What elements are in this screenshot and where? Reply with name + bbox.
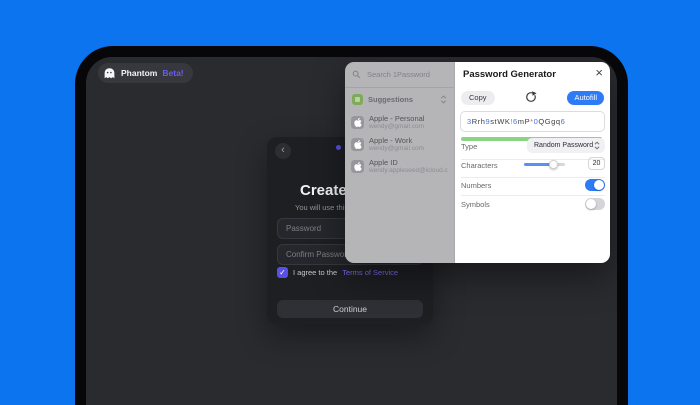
suggestions-label: Suggestions [368, 95, 413, 104]
terms-checkbox[interactable]: ✓ [277, 267, 288, 278]
characters-slider[interactable] [524, 163, 565, 166]
symbols-toggle[interactable] [585, 198, 605, 210]
back-button[interactable]: ‹ [275, 143, 291, 159]
search-bar [345, 62, 454, 88]
suggestion-item[interactable]: Apple - Work wendy@gmail.com [345, 133, 454, 155]
suggestion-title: Apple - Personal [369, 114, 424, 123]
toggle-knob [586, 199, 596, 209]
divider [461, 195, 605, 196]
suggestions-header[interactable]: Suggestions [345, 89, 454, 109]
toggle-knob [594, 180, 604, 190]
search-icon [352, 70, 361, 79]
generated-password-field[interactable]: 3Rrh9stWK!6mP*0QGgq6 [460, 111, 605, 132]
ghost-icon [103, 67, 116, 80]
modal-subtitle: You will use this [295, 203, 348, 212]
divider [461, 177, 605, 178]
phantom-brand-pill: Phantom Beta! [98, 63, 193, 83]
password-type-select[interactable]: Random Password [527, 138, 605, 153]
device-frame: Phantom Beta! ‹ Create a You will use th… [75, 46, 628, 405]
suggestion-subtitle: wendy@gmail.com [369, 123, 424, 131]
symbols-label: Symbols [461, 200, 490, 209]
autofill-button[interactable]: Autofill [567, 91, 604, 105]
select-chevrons-icon [594, 141, 600, 150]
slider-thumb[interactable] [549, 160, 558, 169]
divider [461, 159, 605, 160]
type-value: Random Password [534, 142, 593, 149]
collapse-chevron-icon[interactable] [440, 95, 447, 104]
brand-name: Phantom [121, 68, 157, 78]
onepassword-popup: Suggestions Apple - Personal wendy@gmai [345, 62, 610, 263]
apple-icon [351, 160, 364, 173]
progress-dot [336, 145, 341, 150]
app-screen: Phantom Beta! ‹ Create a You will use th… [86, 57, 617, 405]
generator-title: Password Generator [463, 69, 556, 80]
characters-value[interactable]: 20 [588, 157, 605, 170]
search-input[interactable] [365, 69, 445, 80]
beta-badge: Beta! [162, 68, 183, 78]
page-background: Phantom Beta! ‹ Create a You will use th… [0, 0, 700, 405]
suggestion-item[interactable]: Apple ID wendy.appleseed@icloud.com [345, 155, 454, 177]
numbers-label: Numbers [461, 181, 491, 190]
suggestion-subtitle: wendy@gmail.com [369, 145, 424, 153]
suggestion-subtitle: wendy.appleseed@icloud.com [369, 167, 448, 175]
onepassword-list-panel: Suggestions Apple - Personal wendy@gmai [345, 62, 455, 263]
suggestion-title: Apple - Work [369, 136, 424, 145]
copy-button[interactable]: Copy [461, 91, 495, 105]
terms-agreement-row: ✓ I agree to the Terms of Service [277, 267, 398, 278]
suggestion-title: Apple ID [369, 158, 448, 167]
refresh-icon[interactable] [525, 91, 537, 103]
agree-label: I agree to the [293, 268, 337, 277]
apple-icon [351, 138, 364, 151]
suggestions-icon [352, 94, 363, 105]
close-button[interactable]: × [595, 65, 603, 80]
suggestion-item[interactable]: Apple - Personal wendy@gmail.com [345, 111, 454, 133]
apple-icon [351, 116, 364, 129]
continue-button[interactable]: Continue [277, 300, 423, 318]
back-chevron-icon: ‹ [281, 144, 285, 156]
numbers-toggle[interactable] [585, 179, 605, 191]
check-icon: ✓ [279, 268, 286, 277]
type-label: Type [461, 142, 477, 151]
close-icon: × [595, 65, 603, 80]
terms-of-service-link[interactable]: Terms of Service [342, 268, 398, 277]
characters-label: Characters [461, 161, 498, 170]
generated-password: 3Rrh9stWK!6mP*0QGgq6 [467, 117, 565, 126]
password-generator-panel: Password Generator × Copy Autofill 3Rrh9… [455, 62, 610, 263]
